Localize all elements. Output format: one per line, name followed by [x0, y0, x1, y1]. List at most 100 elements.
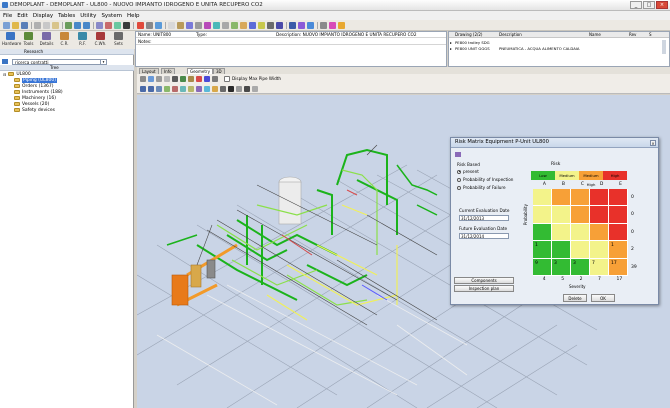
reset-icon[interactable]: [252, 86, 258, 92]
matrix-cell[interactable]: [590, 241, 609, 259]
save-icon[interactable]: [21, 22, 28, 29]
menu-file[interactable]: File: [3, 13, 12, 19]
matrix-cell[interactable]: 3: [552, 258, 571, 276]
matrix-cell[interactable]: [533, 206, 552, 224]
matrix-cell[interactable]: [590, 223, 609, 242]
radio-icon[interactable]: [457, 185, 461, 190]
inspection-plan-button[interactable]: Inspection plan: [454, 285, 514, 292]
clip-icon[interactable]: [228, 86, 234, 92]
menu-edit[interactable]: Edit: [17, 13, 28, 19]
grid-icon[interactable]: [146, 22, 153, 29]
matrix-cell[interactable]: 1: [609, 241, 628, 259]
rotate-icon[interactable]: [140, 76, 146, 82]
minimize-button[interactable]: _: [630, 1, 642, 9]
matrix-cell[interactable]: [609, 223, 628, 242]
matrix-cell[interactable]: [533, 223, 552, 242]
report-icon[interactable]: [114, 22, 121, 29]
matrix-cell[interactable]: [552, 189, 571, 207]
tag-icon[interactable]: [240, 22, 247, 29]
play-icon[interactable]: [307, 22, 314, 29]
matrix-cell[interactable]: 17: [609, 258, 628, 276]
menu-system[interactable]: System: [101, 13, 122, 19]
measure-icon[interactable]: [164, 76, 170, 82]
iso-view-icon[interactable]: [188, 86, 194, 92]
pen-icon[interactable]: [320, 22, 327, 29]
print-icon[interactable]: [123, 22, 130, 29]
scrollbar[interactable]: [662, 40, 666, 54]
radio-present[interactable]: present: [457, 169, 479, 174]
radio-icon[interactable]: [457, 169, 461, 174]
matrix-cell[interactable]: [590, 206, 609, 224]
help-icon[interactable]: [338, 22, 345, 29]
explode-icon[interactable]: [244, 86, 250, 92]
link-icon[interactable]: [249, 22, 256, 29]
check-icon[interactable]: [231, 22, 238, 29]
hardware-button[interactable]: Hardware: [2, 32, 21, 48]
view-icon[interactable]: [204, 76, 210, 82]
cr-button[interactable]: C.R.: [56, 32, 73, 48]
sets-button[interactable]: Sets: [110, 32, 127, 48]
calc-icon[interactable]: [195, 22, 202, 29]
matrix-cell[interactable]: [552, 206, 571, 224]
menu-help[interactable]: Help: [127, 13, 140, 19]
ok-button[interactable]: OK: [591, 294, 615, 302]
name-field[interactable]: Name: UNIT800: [138, 32, 171, 37]
open-icon[interactable]: [12, 22, 19, 29]
chart-icon[interactable]: [204, 22, 211, 29]
front-view-icon[interactable]: [164, 86, 170, 92]
radio-icon[interactable]: [457, 177, 461, 182]
side-view-icon[interactable]: [180, 86, 186, 92]
list-icon[interactable]: [222, 22, 229, 29]
max-pipe-checkbox[interactable]: [224, 76, 230, 82]
research-combo[interactable]: ricerca contratti ▾: [12, 59, 107, 65]
star-icon[interactable]: [258, 22, 265, 29]
magic-icon[interactable]: [298, 22, 305, 29]
filter-icon[interactable]: [96, 22, 103, 29]
zoom-fit-icon[interactable]: [156, 86, 162, 92]
zoom-out-icon[interactable]: [148, 86, 154, 92]
tools-icon[interactable]: [177, 22, 184, 29]
type-field[interactable]: Type:: [196, 32, 207, 37]
shade-icon[interactable]: [196, 86, 202, 92]
copy-icon[interactable]: [43, 22, 50, 29]
light-icon[interactable]: [212, 86, 218, 92]
cwh-button[interactable]: C.Wh.: [92, 32, 109, 48]
matrix-cell[interactable]: [571, 189, 590, 207]
details-button[interactable]: Details: [38, 32, 55, 48]
lock-icon[interactable]: [267, 22, 274, 29]
cut-icon[interactable]: [34, 22, 41, 29]
heart-icon[interactable]: [329, 22, 336, 29]
camera-icon[interactable]: [212, 76, 218, 82]
matrix-cell[interactable]: [533, 189, 552, 207]
matrix-cell[interactable]: [552, 223, 571, 242]
menu-utility[interactable]: Utility: [80, 13, 96, 19]
components-button[interactable]: Components: [454, 277, 514, 284]
refresh-icon[interactable]: [65, 22, 72, 29]
close-icon[interactable]: ×: [650, 140, 656, 146]
matrix-cell[interactable]: 7: [590, 258, 609, 276]
layer-icon[interactable]: [180, 76, 186, 82]
marker-icon[interactable]: [196, 76, 202, 82]
tree-item-safety[interactable]: Safety devices: [14, 107, 55, 113]
delete-icon[interactable]: [105, 22, 112, 29]
rf-button[interactable]: R.F.: [74, 32, 91, 48]
tools-button[interactable]: Tools: [20, 32, 37, 48]
box-icon[interactable]: [188, 76, 194, 82]
matrix-cell[interactable]: [609, 206, 628, 224]
matrix-cell[interactable]: 9: [533, 258, 552, 276]
search-icon[interactable]: [2, 59, 8, 64]
table-row[interactable]: ▸ PE800 trolley SDG: [449, 40, 669, 45]
matrix-cell[interactable]: 3: [571, 258, 590, 276]
zoom-icon[interactable]: [155, 22, 162, 29]
notes-field[interactable]: Notes:: [138, 39, 152, 44]
current-eval-field[interactable]: 31/12/2013: [459, 215, 509, 221]
pan-icon[interactable]: [148, 76, 154, 82]
top-view-icon[interactable]: [172, 86, 178, 92]
users-icon[interactable]: [186, 22, 193, 29]
delete-button[interactable]: Delete: [563, 294, 587, 302]
radio-failure[interactable]: Probability of Failure: [457, 185, 506, 190]
paste-icon[interactable]: [52, 22, 59, 29]
matrix-cell[interactable]: [571, 241, 590, 259]
stop-icon[interactable]: [137, 22, 144, 29]
section-icon[interactable]: [236, 86, 242, 92]
